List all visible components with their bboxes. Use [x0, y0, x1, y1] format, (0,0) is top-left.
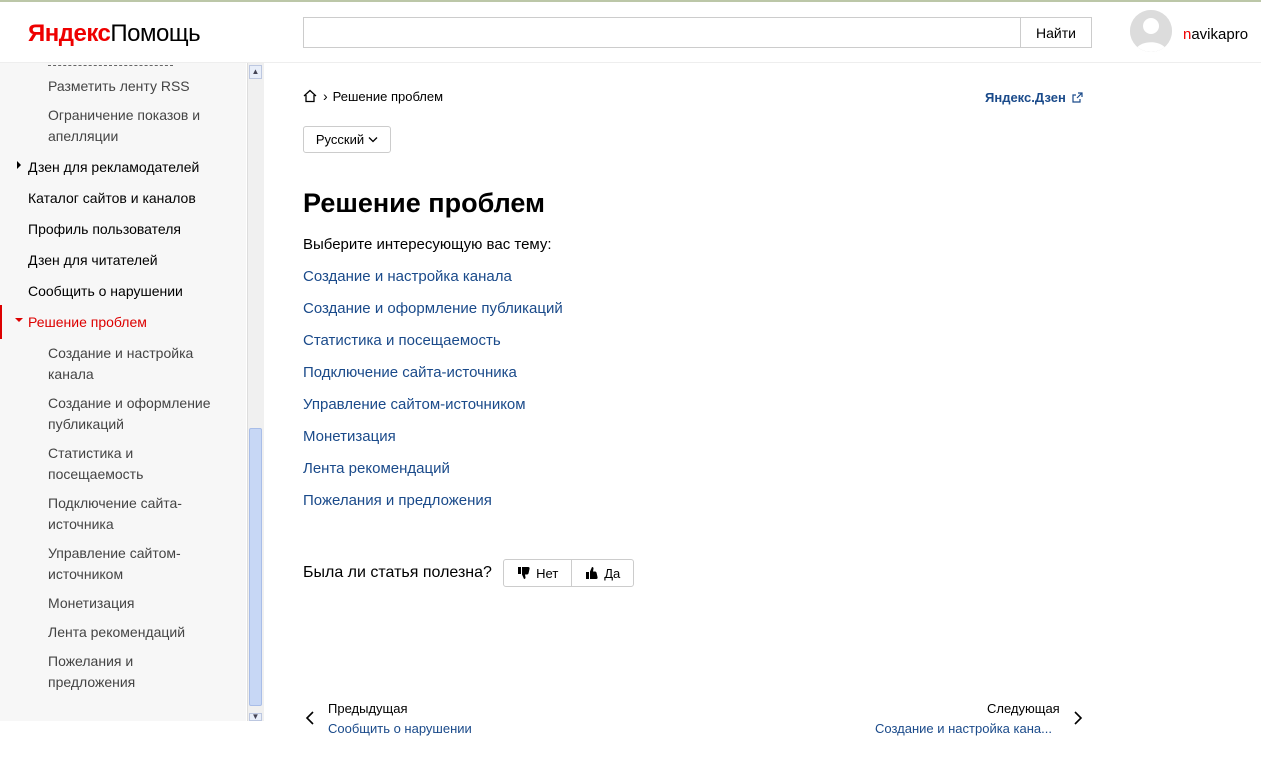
external-link-icon	[1072, 92, 1083, 103]
sidebar-item-label: Пожелания и	[48, 653, 134, 669]
sidebar-item-label-line2: публикаций	[48, 416, 124, 432]
breadcrumb-current: Решение проблем	[332, 88, 444, 104]
intro-text: Выберите интересующую вас тему:	[303, 236, 552, 253]
sidebar-item-profile[interactable]: Профиль пользователя	[28, 219, 181, 240]
sidebar-item-label: Подключение сайта-	[48, 495, 182, 511]
sidebar-scrollbar[interactable]: ▲ ▼	[247, 63, 264, 721]
sidebar-item-channel-setup[interactable]: Создание и настройка канала	[48, 343, 193, 385]
sidebar-item-rss[interactable]: Разметить ленту RSS	[48, 76, 190, 97]
prev-label: Предыдущая	[328, 701, 408, 716]
sidebar-item-source-connect[interactable]: Подключение сайта- источника	[48, 493, 182, 535]
search-bar: Найти	[303, 17, 1092, 48]
feedback-buttons: Нет Да	[503, 559, 634, 587]
feedback-yes-label: Да	[604, 565, 621, 581]
sidebar-item-publications[interactable]: Создание и оформление публикаций	[48, 393, 211, 435]
sidebar-item-feed[interactable]: Лента рекомендаций	[48, 622, 185, 643]
topic-link[interactable]: Лента рекомендаций	[303, 460, 450, 477]
sidebar-item-label-line2: предложения	[48, 674, 136, 690]
sidebar-item-statistics[interactable]: Статистика и посещаемость	[48, 443, 143, 485]
sidebar-item-label-line2: посещаемость	[48, 466, 144, 482]
sidebar-item-monetization[interactable]: Монетизация	[48, 593, 135, 614]
thumbs-down-icon	[518, 567, 530, 579]
sidebar-item-troubleshooting[interactable]: Решение проблем	[28, 312, 147, 333]
sidebar-item-suggestions[interactable]: Пожелания и предложения	[48, 651, 135, 693]
sidebar-item-restrictions[interactable]: Ограничение показов и апелляции	[48, 105, 200, 147]
page-title: Решение проблем	[303, 188, 546, 218]
chevron-down-icon	[368, 137, 378, 143]
topic-link[interactable]: Пожелания и предложения	[303, 492, 492, 509]
feedback-no-button[interactable]: Нет	[504, 560, 573, 586]
sidebar-item-label: Создание и настройка	[48, 345, 194, 361]
language-select[interactable]: Русский	[303, 126, 391, 153]
sidebar-item-label-line2: канала	[48, 366, 94, 382]
sidebar-item-report[interactable]: Сообщить о нарушении	[28, 281, 183, 302]
prev-link[interactable]: Сообщить о нарушении	[328, 721, 472, 736]
logo[interactable]: ЯндексПомощь	[28, 19, 201, 49]
caret-right-icon[interactable]	[17, 161, 21, 169]
sidebar-item-label: Статистика и	[48, 445, 134, 461]
sidebar-item-source-manage[interactable]: Управление сайтом- источником	[48, 543, 181, 585]
sidebar-item-label: Управление сайтом-	[48, 545, 181, 561]
username-rest: avikapro	[1191, 26, 1249, 43]
scrollbar-thumb[interactable]	[249, 428, 262, 706]
sidebar-item-readers[interactable]: Дзен для читателей	[28, 250, 158, 271]
scroll-up-icon[interactable]: ▲	[249, 65, 262, 79]
topic-link[interactable]: Управление сайтом-источником	[303, 396, 526, 413]
chevron-right-icon[interactable]	[1073, 711, 1083, 725]
next-label: Следующая	[987, 701, 1060, 716]
header: ЯндексПомощь Найти navikapro	[0, 2, 1261, 63]
feedback-yes-button[interactable]: Да	[572, 560, 633, 586]
logo-brand[interactable]: Яндекс	[28, 20, 111, 47]
service-link[interactable]: Яндекс.Дзен	[985, 90, 1083, 105]
topic-link[interactable]: Создание и настройка канала	[303, 268, 512, 285]
feedback-question: Была ли статья полезна?	[303, 564, 492, 581]
search-button[interactable]: Найти	[1020, 18, 1091, 47]
thumbs-up-icon	[586, 567, 598, 579]
sidebar-item-label: Ограничение показов и	[48, 107, 201, 123]
scroll-down-icon[interactable]: ▼	[249, 713, 262, 721]
topic-link[interactable]: Статистика и посещаемость	[303, 332, 501, 349]
topic-link[interactable]: Монетизация	[303, 428, 396, 445]
sidebar: Разметить ленту RSS Ограничение показов …	[0, 63, 246, 721]
user-silhouette-icon	[1130, 10, 1172, 52]
search-input[interactable]	[304, 18, 1020, 47]
username[interactable]: navikapro	[1183, 26, 1248, 43]
feedback-no-label: Нет	[536, 565, 559, 581]
avatar[interactable]	[1130, 10, 1172, 52]
caret-down-icon[interactable]	[15, 318, 23, 322]
sidebar-item-label-line2: источника	[48, 516, 114, 532]
next-link[interactable]: Создание и настройка кана...	[875, 721, 1052, 736]
sidebar-item-label: Создание и оформление	[48, 395, 211, 411]
home-icon[interactable]	[303, 89, 317, 103]
sidebar-item-advertisers[interactable]: Дзен для рекламодателей	[28, 157, 199, 178]
language-label: Русский	[315, 132, 365, 147]
clipped-item	[48, 63, 173, 66]
breadcrumb: › Решение проблем	[303, 88, 443, 104]
topic-link[interactable]: Создание и оформление публикаций	[303, 300, 563, 317]
logo-service[interactable]: Помощь	[110, 20, 200, 47]
chevron-right-icon: ›	[323, 88, 328, 104]
sidebar-item-label-line2: апелляции	[48, 128, 119, 144]
sidebar-item-catalog[interactable]: Каталог сайтов и каналов	[28, 188, 196, 209]
topic-link[interactable]: Подключение сайта-источника	[303, 364, 517, 381]
sidebar-item-label-line2: источником	[48, 566, 124, 582]
chevron-left-icon[interactable]	[305, 711, 315, 725]
service-link-label: Яндекс.Дзен	[985, 90, 1066, 105]
active-indicator	[0, 305, 2, 339]
